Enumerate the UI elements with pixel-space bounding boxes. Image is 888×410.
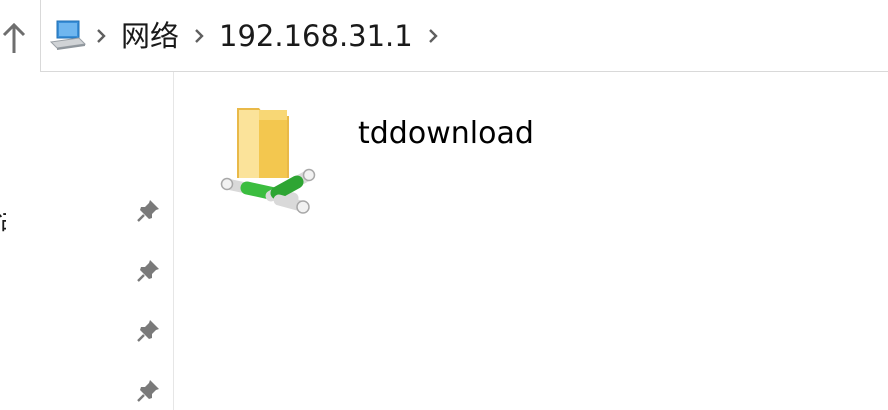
chevron-right-icon: [428, 28, 438, 43]
breadcrumb-chevron[interactable]: [421, 16, 445, 56]
breadcrumb-host[interactable]: 192.168.31.1: [211, 16, 421, 56]
chevron-right-icon: [195, 28, 204, 43]
address-bar[interactable]: 网络 192.168.31.1: [40, 0, 888, 72]
explorer-window: 网络 192.168.31.1 问: [0, 0, 888, 410]
pin-icon: [137, 200, 159, 222]
navigation-pane: 问: [0, 72, 174, 410]
list-item-label: tddownload: [358, 116, 534, 151]
network-computer-icon[interactable]: [45, 16, 89, 56]
nav-item-partial-label[interactable]: 问: [0, 205, 6, 235]
file-list: tddownload: [175, 72, 888, 410]
pin-icon: [137, 320, 159, 342]
up-button[interactable]: [0, 16, 28, 60]
pin-icon: [137, 260, 159, 282]
list-item-share[interactable]: tddownload: [219, 102, 719, 232]
pin-icon: [137, 380, 159, 402]
pin-button[interactable]: [134, 195, 164, 225]
arrow-up-icon: [2, 22, 26, 53]
breadcrumb-chevron[interactable]: [187, 16, 211, 56]
network-share-folder-icon: [219, 102, 319, 222]
chevron-right-icon: [97, 28, 106, 43]
pin-button[interactable]: [134, 315, 164, 345]
breadcrumb-network[interactable]: 网络: [113, 16, 187, 56]
pin-button[interactable]: [134, 375, 164, 405]
breadcrumb-chevron[interactable]: [89, 16, 113, 56]
pin-button[interactable]: [134, 255, 164, 285]
